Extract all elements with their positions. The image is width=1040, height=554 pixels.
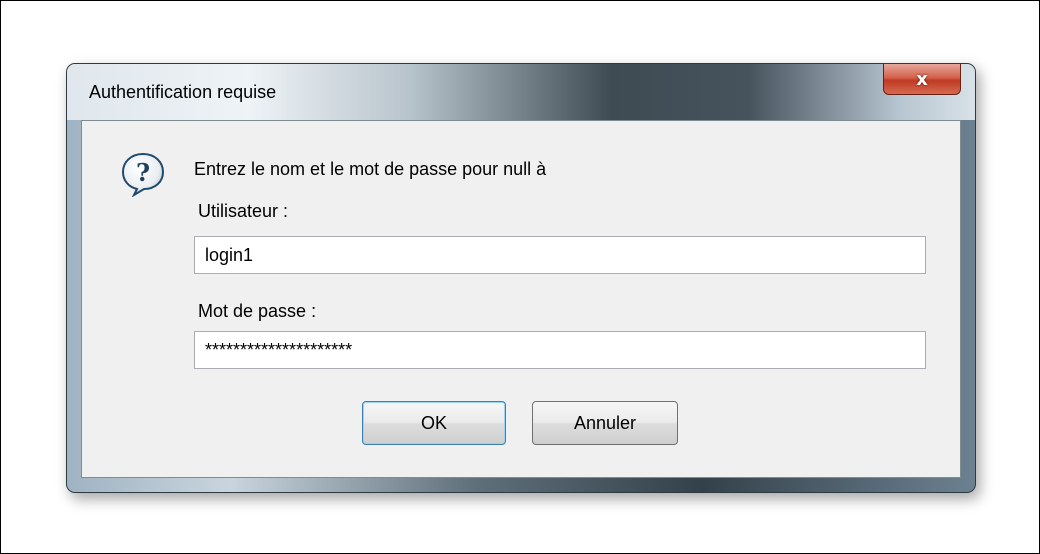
title-bar[interactable]: Authentification requise x <box>67 64 975 120</box>
dialog-content: ? Entrez le nom et le mot de passe pour … <box>81 120 961 478</box>
help-question-icon: ? <box>121 152 165 197</box>
close-icon: x <box>916 68 928 90</box>
close-button[interactable]: x <box>883 64 961 95</box>
auth-dialog: Authentification requise x ? Entrez le n… <box>66 63 976 493</box>
auth-prompt: Entrez le nom et le mot de passe pour nu… <box>194 159 547 179</box>
dialog-title: Authentification requise <box>89 82 277 102</box>
password-label: Mot de passe : <box>198 301 317 321</box>
cancel-button[interactable]: Annuler <box>532 401 678 445</box>
password-field[interactable] <box>194 331 926 369</box>
ok-button[interactable]: OK <box>362 401 506 445</box>
username-field[interactable] <box>194 236 926 274</box>
svg-text:?: ? <box>136 158 150 187</box>
username-label: Utilisateur : <box>198 201 289 221</box>
